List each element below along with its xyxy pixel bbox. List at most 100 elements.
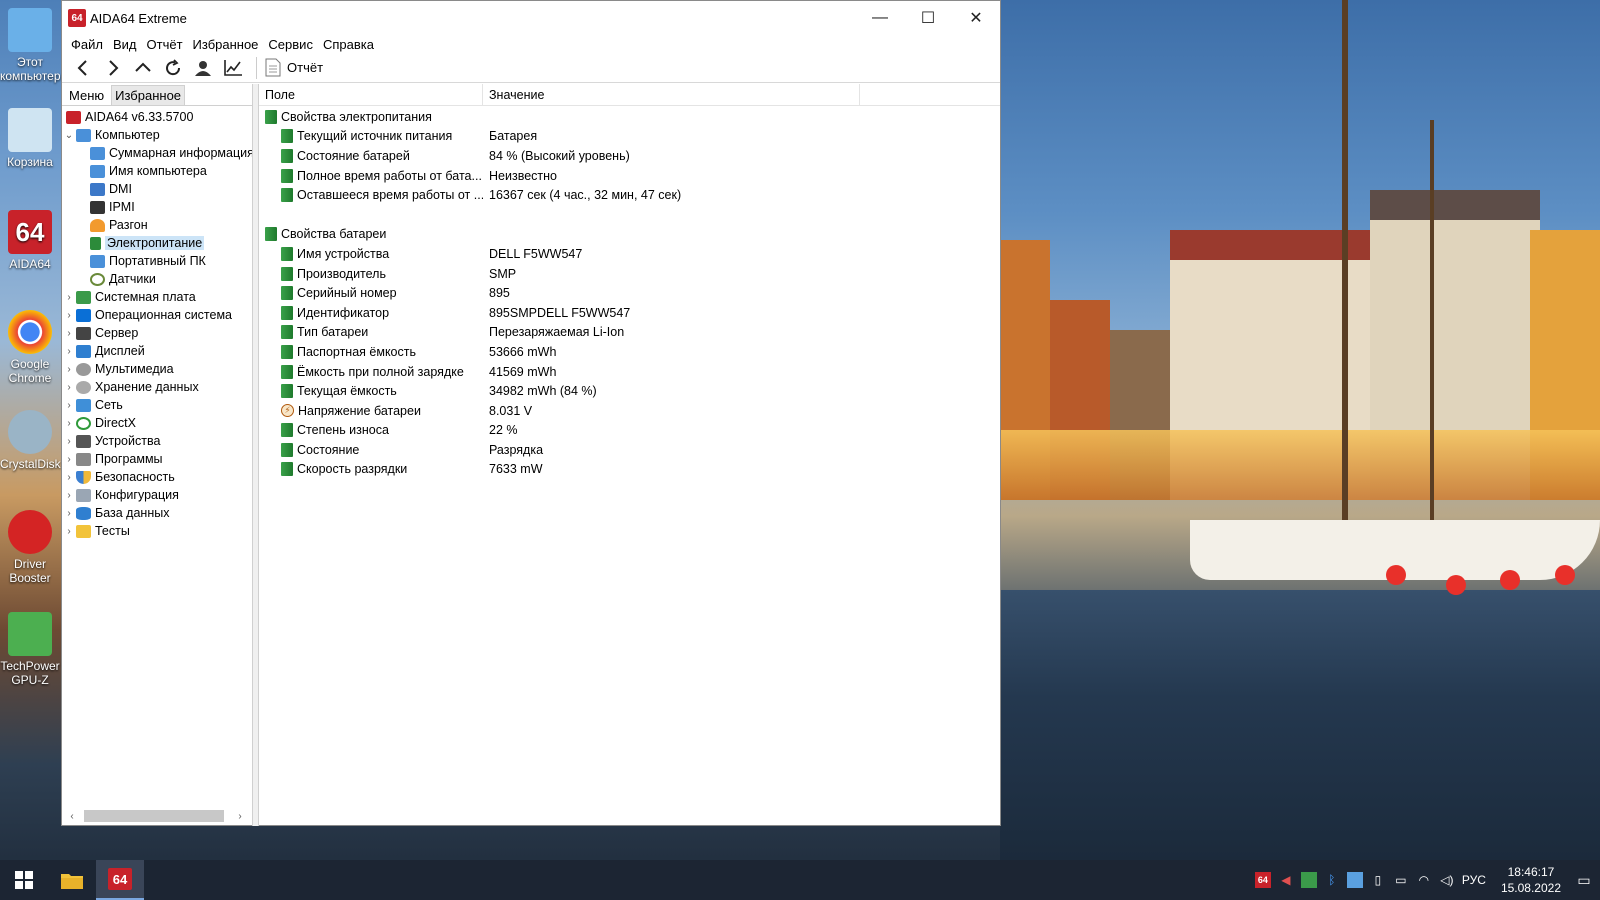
tree-item-dmi[interactable]: DMI — [62, 180, 252, 198]
desktop-icon-driver-booster[interactable]: Driver Booster — [0, 510, 60, 585]
tree-item-config[interactable]: › Конфигурация — [62, 486, 252, 504]
tree-item-portable[interactable]: Портативный ПК — [62, 252, 252, 270]
horizontal-scrollbar[interactable]: ‹ › — [66, 808, 246, 824]
driver-booster-tray-icon[interactable]: ◀ — [1278, 872, 1294, 888]
chevron-right-icon[interactable]: › — [62, 364, 76, 375]
column-value[interactable]: Значение — [483, 84, 860, 105]
list-item[interactable]: Производитель SMP — [259, 264, 1000, 284]
notifications-icon[interactable]: ▭ — [1576, 872, 1592, 888]
scrollbar-thumb[interactable] — [84, 810, 224, 822]
list-item[interactable]: Текущая ёмкость 34982 mWh (84 %) — [259, 381, 1000, 401]
list-item[interactable]: Тип батареи Перезаряжаемая Li-Ion — [259, 323, 1000, 343]
tree-item-storage[interactable]: › Хранение данных — [62, 378, 252, 396]
title-bar[interactable]: 64 AIDA64 Extreme — ☐ ✕ — [62, 1, 1000, 35]
tree-item-os[interactable]: › Операционная система — [62, 306, 252, 324]
tab-favorites[interactable]: Избранное — [111, 85, 186, 105]
chart-button[interactable] — [218, 55, 248, 81]
chevron-right-icon[interactable]: › — [62, 508, 76, 519]
tree-item-server[interactable]: › Сервер — [62, 324, 252, 342]
chevron-right-icon[interactable]: › — [62, 490, 76, 501]
desktop-icon-this-pc[interactable]: Этот компьютер — [0, 8, 61, 83]
menu-help[interactable]: Справка — [318, 37, 379, 52]
scroll-right-icon[interactable]: › — [234, 811, 246, 822]
taskbar-explorer[interactable] — [48, 860, 96, 900]
battery-tray-icon[interactable]: ▭ — [1393, 872, 1409, 888]
maximize-button[interactable]: ☐ — [904, 1, 952, 35]
desktop-icon-recycle-bin[interactable]: Корзина — [0, 108, 60, 169]
volume-icon[interactable]: ◁) — [1439, 872, 1455, 888]
forward-button[interactable] — [98, 55, 128, 81]
user-button[interactable] — [188, 55, 218, 81]
chevron-right-icon[interactable]: › — [62, 292, 76, 303]
group-battery-properties[interactable]: Свойства батареи — [259, 225, 1000, 245]
list-item[interactable]: Идентификатор 895SMPDELL F5WW547 — [259, 303, 1000, 323]
menu-favorites[interactable]: Избранное — [188, 37, 264, 52]
list-item[interactable]: Полное время работы от бата... Неизвестн… — [259, 166, 1000, 186]
tree-item-root[interactable]: AIDA64 v6.33.5700 — [62, 108, 252, 126]
report-button[interactable]: Отчёт — [265, 58, 323, 77]
list-item[interactable]: Степень износа 22 % — [259, 421, 1000, 441]
tree-item-directx[interactable]: › DirectX — [62, 414, 252, 432]
tree-item-power[interactable]: Электропитание — [62, 234, 252, 252]
refresh-button[interactable] — [158, 55, 188, 81]
tree-item-display[interactable]: › Дисплей — [62, 342, 252, 360]
desktop-icon-aida64[interactable]: 64 AIDA64 — [0, 210, 60, 271]
chevron-right-icon[interactable]: › — [62, 400, 76, 411]
list-item[interactable]: Состояние Разрядка — [259, 440, 1000, 460]
tab-menu[interactable]: Меню — [66, 86, 107, 105]
chevron-right-icon[interactable]: › — [62, 454, 76, 465]
group-power-properties[interactable]: Свойства электропитания — [259, 107, 1000, 127]
minimize-button[interactable]: — — [856, 1, 904, 35]
list-item[interactable]: Текущий источник питания Батарея — [259, 127, 1000, 147]
menu-view[interactable]: Вид — [108, 37, 142, 52]
menu-report[interactable]: Отчёт — [142, 37, 188, 52]
chevron-right-icon[interactable]: › — [62, 472, 76, 483]
tree-item-multimedia[interactable]: › Мультимедиа — [62, 360, 252, 378]
aida64-tray-icon[interactable]: 64 — [1254, 872, 1271, 888]
back-button[interactable] — [68, 55, 98, 81]
tree-item-computer-name[interactable]: Имя компьютера — [62, 162, 252, 180]
list-item[interactable]: Паспортная ёмкость 53666 mWh — [259, 342, 1000, 362]
list-item[interactable]: Состояние батарей 84 % (Высокий уровень) — [259, 146, 1000, 166]
chevron-right-icon[interactable]: › — [62, 526, 76, 537]
column-field[interactable]: Поле — [259, 84, 483, 105]
chevron-right-icon[interactable]: › — [62, 310, 76, 321]
wifi-icon[interactable]: ◠ — [1416, 872, 1432, 888]
chevron-right-icon[interactable]: › — [62, 382, 76, 393]
app-tray-icon[interactable] — [1346, 872, 1363, 888]
chevron-right-icon[interactable]: › — [62, 346, 76, 357]
desktop-icon-chrome[interactable]: Google Chrome — [0, 310, 60, 385]
tree-item-summary[interactable]: Суммарная информация — [62, 144, 252, 162]
bluetooth-icon[interactable]: ᛒ — [1324, 872, 1340, 888]
tree-item-security[interactable]: › Безопасность — [62, 468, 252, 486]
list-item[interactable]: Ёмкость при полной зарядке 41569 mWh — [259, 362, 1000, 382]
menu-file[interactable]: Файл — [66, 37, 108, 52]
list-item[interactable]: Оставшееся время работы от ... 16367 сек… — [259, 185, 1000, 205]
list-item[interactable]: Имя устройства DELL F5WW547 — [259, 244, 1000, 264]
tree-item-sensors[interactable]: Датчики — [62, 270, 252, 288]
tree-item-database[interactable]: › База данных — [62, 504, 252, 522]
desktop-icon-gpuz[interactable]: TechPower GPU-Z — [0, 612, 60, 687]
list-item[interactable]: Серийный номер 895 — [259, 283, 1000, 303]
chevron-down-icon[interactable]: ⌄ — [62, 130, 76, 141]
tree-item-programs[interactable]: › Программы — [62, 450, 252, 468]
usb-icon[interactable]: ▯ — [1370, 872, 1386, 888]
tree-item-network[interactable]: › Сеть — [62, 396, 252, 414]
chevron-right-icon[interactable]: › — [62, 418, 76, 429]
chevron-right-icon[interactable]: › — [62, 328, 76, 339]
tree-item-devices[interactable]: › Устройства — [62, 432, 252, 450]
tree-item-overclock[interactable]: Разгон — [62, 216, 252, 234]
list-item[interactable]: Скорость разрядки 7633 mW — [259, 460, 1000, 480]
start-button[interactable] — [0, 860, 48, 900]
tree-item-computer[interactable]: ⌄ Компьютер — [62, 126, 252, 144]
menu-service[interactable]: Сервис — [263, 37, 318, 52]
language-indicator[interactable]: РУС — [1462, 873, 1486, 887]
chevron-right-icon[interactable]: › — [62, 436, 76, 447]
tree-item-motherboard[interactable]: › Системная плата — [62, 288, 252, 306]
desktop-icon-crystaldisk[interactable]: CrystalDisk — [0, 410, 61, 471]
scroll-left-icon[interactable]: ‹ — [66, 811, 78, 822]
list-item[interactable]: ⚡ Напряжение батареи 8.031 V — [259, 401, 1000, 421]
clock[interactable]: 18:46:17 15.08.2022 — [1501, 864, 1561, 896]
close-button[interactable]: ✕ — [952, 1, 1000, 35]
tree-item-ipmi[interactable]: IPMI — [62, 198, 252, 216]
